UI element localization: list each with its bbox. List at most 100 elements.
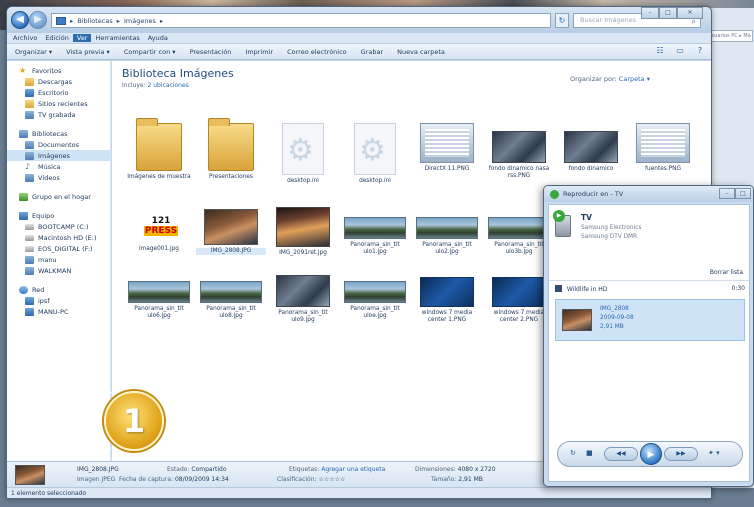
navigation-pane: ★ Favoritos Descargas Escritorio Sitios r… <box>7 61 111 461</box>
clear-list-button[interactable]: Borrar lista <box>710 269 743 276</box>
file-item[interactable]: fondo dinamico nasa rss.PNG <box>484 123 554 180</box>
maximize-button[interactable]: □ <box>659 7 677 19</box>
view-options-icon[interactable]: ☷ <box>655 46 665 56</box>
file-item[interactable]: Presentaciones <box>196 118 266 181</box>
sidebar-item-favoritos[interactable]: ★ Favoritos <box>7 65 110 76</box>
file-item[interactable]: Panorama_sin_tit uloe.jpg <box>340 267 410 320</box>
sidebar-item-manu-pc[interactable]: MANU-PC <box>7 306 110 317</box>
details-filetype: Imagen JPEG <box>77 476 116 483</box>
settings-file-icon <box>282 123 324 175</box>
dialog-maximize-button[interactable]: □ <box>735 188 751 199</box>
sidebar-item-sitios-recientes[interactable]: Sitios recientes <box>7 98 110 109</box>
estado-label: Estado: <box>167 466 190 473</box>
breadcrumb-imagenes[interactable]: Imágenes <box>124 17 156 25</box>
minimize-button[interactable]: – <box>641 7 659 19</box>
preview-pane-icon[interactable]: ▭ <box>675 46 685 56</box>
menu-archivo[interactable]: Archivo <box>9 34 41 42</box>
tv-device-icon <box>553 210 571 237</box>
file-item[interactable]: Panorama_sin_tit ulo8.jpg <box>196 267 266 320</box>
sidebar-item-macintosh-hd[interactable]: Macintosh HD (E:) <box>7 232 110 243</box>
file-item[interactable]: windows 7 media center 1.PNG <box>412 267 482 324</box>
image-thumbnail <box>420 123 474 163</box>
transport-controls: ↻ ■ ◀◀ ▶ ▶▶ ✦ ▾ <box>557 441 743 467</box>
file-item[interactable]: Panorama_sin_tit ulo9.jpg <box>268 267 338 324</box>
dimensiones-value: 4080 x 2720 <box>457 466 496 473</box>
arrange-by: Organizar por: Carpeta ▾ <box>570 75 650 83</box>
share-with-button[interactable]: Compartir con ▾ <box>124 48 176 56</box>
forward-button[interactable]: ▶ <box>29 11 47 29</box>
sidebar-item-escritorio[interactable]: Escritorio <box>7 87 110 98</box>
file-item-selected[interactable]: IMG_2808.JPG <box>196 203 266 255</box>
image-thumbnail <box>204 209 258 245</box>
music-icon: ♪ <box>25 161 31 171</box>
sidebar-item-ipsf[interactable]: ipsf <box>7 295 110 306</box>
sidebar-item-eos-digital[interactable]: EOS_DIGITAL (F:) <box>7 243 110 254</box>
pictures-icon <box>25 151 34 160</box>
file-item[interactable]: Panorama_sin_tit ulo6.jpg <box>124 267 194 320</box>
breadcrumb-bibliotecas[interactable]: Bibliotecas <box>77 17 112 25</box>
sidebar-item-videos[interactable]: Vídeos <box>7 172 110 183</box>
email-button[interactable]: Correo electrónico <box>287 48 347 56</box>
menu-herramientas[interactable]: Herramientas <box>91 34 143 42</box>
volume-icon[interactable]: ✦ ▾ <box>708 449 720 457</box>
dialog-minimize-button[interactable]: – <box>719 188 735 199</box>
repeat-icon[interactable]: ↻ <box>570 449 576 457</box>
arrange-by-dropdown[interactable]: Carpeta ▾ <box>619 75 650 83</box>
library-icon <box>56 16 66 25</box>
file-item[interactable]: 121 PRESS image001.jpg <box>124 203 194 253</box>
sidebar-item-manu[interactable]: manu <box>7 254 110 265</box>
file-item[interactable]: desktop.ini <box>340 123 410 185</box>
sidebar-item-imagenes[interactable]: Imágenes <box>7 150 110 161</box>
sidebar-item-descargas[interactable]: Descargas <box>7 76 110 87</box>
previous-button[interactable]: ◀◀ <box>604 447 638 461</box>
menu-ayuda[interactable]: Ayuda <box>144 34 172 42</box>
preview-button[interactable]: Vista previa ▾ <box>66 48 110 56</box>
print-button[interactable]: Imprimir <box>245 48 273 56</box>
play-button[interactable]: ▶ <box>640 443 662 465</box>
file-item[interactable]: fondo dinamico <box>556 123 626 173</box>
image-thumbnail <box>492 131 546 163</box>
etiquetas-value[interactable]: Agregar una etiqueta <box>321 466 385 473</box>
stop-icon[interactable]: ■ <box>586 449 593 457</box>
refresh-button[interactable]: ↻ <box>555 13 569 28</box>
sidebar-item-red[interactable]: Red <box>7 284 110 295</box>
sidebar-item-bootcamp[interactable]: BOOTCAMP (C:) <box>7 221 110 232</box>
image-thumbnail <box>344 281 406 303</box>
sidebar-item-documentos[interactable]: Documentos <box>7 139 110 150</box>
sidebar-label: Red <box>32 285 45 294</box>
playlist-item[interactable]: IMG_2808 2009-09-08 2,91 MB <box>555 299 745 341</box>
playlist-name: Wildlife in HD <box>566 286 608 293</box>
close-button[interactable]: ✕ <box>677 7 703 19</box>
sidebar-item-bibliotecas[interactable]: Bibliotecas <box>7 128 110 139</box>
sidebar-item-equipo[interactable]: Equipo <box>7 210 110 221</box>
rating-stars[interactable]: ☆☆☆☆☆ <box>318 476 345 483</box>
fecha-value[interactable]: 08/09/2009 14:34 <box>175 476 229 483</box>
file-item[interactable]: desktop.ini <box>268 123 338 185</box>
sidebar-label: Favoritos <box>32 66 62 75</box>
new-folder-button[interactable]: Nueva carpeta <box>397 48 445 56</box>
burn-button[interactable]: Grabar <box>361 48 383 56</box>
file-item[interactable]: Panorama_sin_tit ulo1.jpg <box>340 203 410 256</box>
file-name: Panorama_sin_tit uloe.jpg <box>350 306 400 319</box>
title-bar: ◀ ▶ ▸ Bibliotecas ▸ Imágenes ▸ ↻ Buscar … <box>7 7 711 33</box>
organize-button[interactable]: Organizar ▾ <box>15 48 52 56</box>
file-item[interactable]: Imágenes de muestra <box>124 118 194 181</box>
sidebar-item-tv-grabada[interactable]: TV grabada <box>7 109 110 120</box>
dialog-window-controls: – □ <box>719 188 751 199</box>
back-button[interactable]: ◀ <box>11 11 29 29</box>
sidebar-item-musica[interactable]: ♪ Música <box>7 161 110 172</box>
file-item[interactable]: IMG_2091ret.jpg <box>268 203 338 257</box>
menu-ver[interactable]: Ver <box>72 34 92 42</box>
media-player-icon <box>25 266 34 275</box>
file-item[interactable]: Panorama_sin_tit ulo2.jpg <box>412 203 482 256</box>
sidebar-item-grupo-hogar[interactable]: Grupo en el hogar <box>7 191 110 202</box>
slideshow-button[interactable]: Presentación <box>190 48 232 56</box>
next-button[interactable]: ▶▶ <box>664 447 698 461</box>
menu-edicion[interactable]: Edición <box>41 34 73 42</box>
includes-locations-link[interactable]: 2 ubicaciones <box>148 82 189 89</box>
address-bar[interactable]: ▸ Bibliotecas ▸ Imágenes ▸ <box>51 13 551 28</box>
file-item[interactable]: fuentes.PNG <box>628 123 698 173</box>
help-icon[interactable]: ? <box>695 46 705 56</box>
sidebar-item-walkman[interactable]: WALKMAN <box>7 265 110 276</box>
file-item[interactable]: DirectX 11.PNG <box>412 123 482 173</box>
